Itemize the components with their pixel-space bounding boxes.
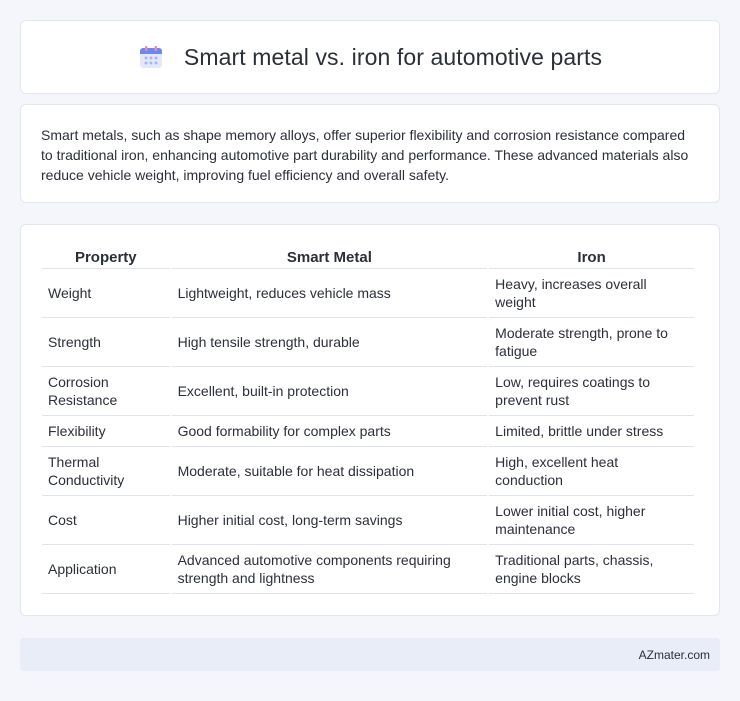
property-cell: Application (42, 545, 170, 594)
table-row: Weight Lightweight, reduces vehicle mass… (42, 269, 694, 318)
table-row: Thermal Conductivity Moderate, suitable … (42, 447, 694, 496)
smart-metal-cell: High tensile strength, durable (171, 318, 488, 367)
calendar-icon (138, 44, 164, 70)
title-card: Smart metal vs. iron for automotive part… (20, 20, 720, 94)
comparison-table: Property Smart Metal Iron Weight Lightwe… (40, 247, 696, 594)
column-header-smart-metal: Smart Metal (171, 247, 488, 269)
smart-metal-cell: Advanced automotive components requiring… (171, 545, 488, 594)
footer-site-link[interactable]: AZmater.com (639, 648, 710, 662)
summary-text: Smart metals, such as shape memory alloy… (41, 127, 689, 183)
table-row: Strength High tensile strength, durable … (42, 318, 694, 367)
iron-cell: Low, requires coatings to prevent rust (489, 367, 694, 416)
property-cell: Thermal Conductivity (42, 447, 170, 496)
table-row: Application Advanced automotive componen… (42, 545, 694, 594)
smart-metal-cell: Excellent, built-in protection (171, 367, 488, 416)
iron-cell: Lower initial cost, higher maintenance (489, 496, 694, 545)
iron-cell: Moderate strength, prone to fatigue (489, 318, 694, 367)
property-cell: Weight (42, 269, 170, 318)
page-title: Smart metal vs. iron for automotive part… (183, 43, 603, 70)
smart-metal-cell: Higher initial cost, long-term savings (171, 496, 488, 545)
iron-cell: Limited, brittle under stress (489, 416, 694, 447)
iron-cell: Traditional parts, chassis, engine block… (489, 545, 694, 594)
property-cell: Cost (42, 496, 170, 545)
column-header-iron: Iron (489, 247, 694, 269)
smart-metal-cell: Good formability for complex parts (171, 416, 488, 447)
column-header-property: Property (42, 247, 170, 269)
iron-cell: Heavy, increases overall weight (489, 269, 694, 318)
comparison-card: Property Smart Metal Iron Weight Lightwe… (20, 224, 720, 616)
iron-cell: High, excellent heat conduction (489, 447, 694, 496)
table-row: Corrosion Resistance Excellent, built-in… (42, 367, 694, 416)
smart-metal-cell: Lightweight, reduces vehicle mass (171, 269, 488, 318)
table-row: Cost Higher initial cost, long-term savi… (42, 496, 694, 545)
footer: AZmater.com (20, 638, 720, 671)
property-cell: Strength (42, 318, 170, 367)
table-row: Flexibility Good formability for complex… (42, 416, 694, 447)
property-cell: Corrosion Resistance (42, 367, 170, 416)
smart-metal-cell: Moderate, suitable for heat dissipation (171, 447, 488, 496)
summary-card: Smart metals, such as shape memory alloy… (20, 104, 720, 203)
table-header-row: Property Smart Metal Iron (42, 247, 694, 269)
property-cell: Flexibility (42, 416, 170, 447)
